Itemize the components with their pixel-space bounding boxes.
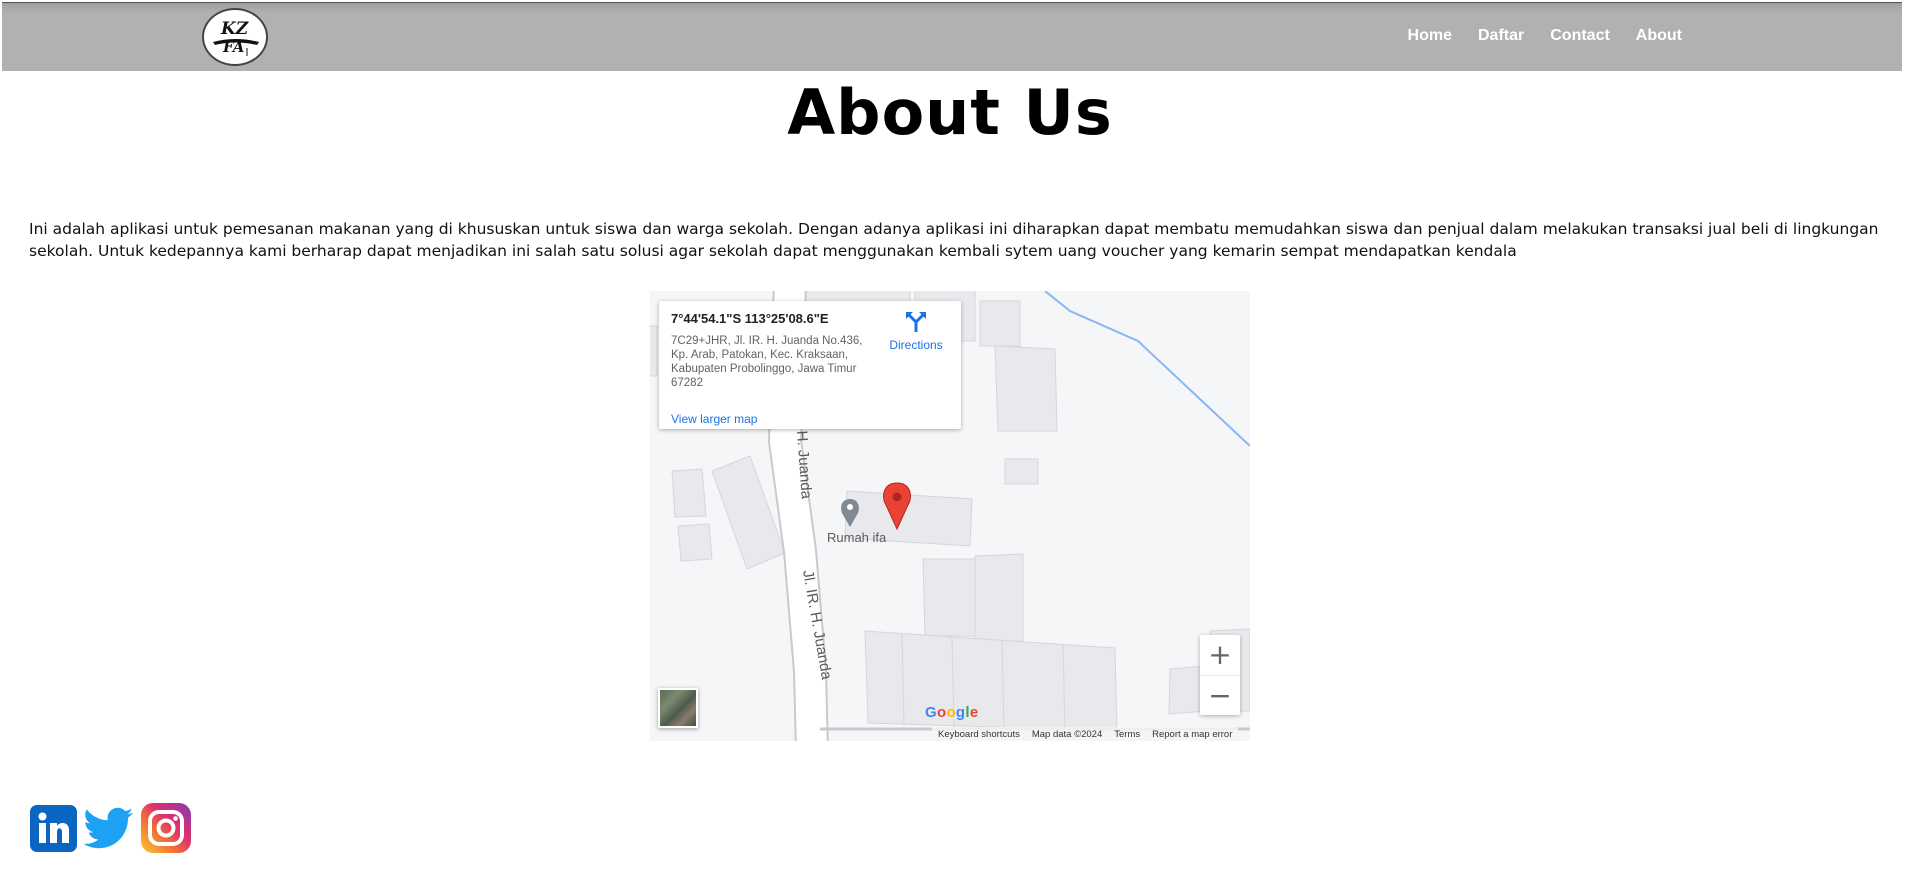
directions-button[interactable]: Directions bbox=[881, 311, 951, 352]
google-letter: g bbox=[955, 704, 966, 721]
building bbox=[994, 345, 1058, 432]
zoom-in-button[interactable]: + bbox=[1200, 635, 1240, 675]
embedded-map[interactable]: H. Juanda Jl. IR. H. Juanda Rumah ifa 7°… bbox=[650, 291, 1250, 741]
top-navbar: KZ FA Home Daftar Contact About bbox=[2, 2, 1902, 71]
logo-text-top: KZ bbox=[220, 19, 249, 39]
building bbox=[650, 325, 658, 377]
twitter-bird bbox=[83, 807, 134, 849]
poi-label[interactable]: Rumah ifa bbox=[827, 530, 886, 545]
zoom-controls: + − bbox=[1200, 635, 1240, 715]
directions-icon bbox=[906, 312, 926, 332]
google-letter: G bbox=[925, 704, 937, 721]
google-letter: o bbox=[946, 704, 956, 721]
nav-about[interactable]: About bbox=[1636, 27, 1682, 45]
view-larger-map-link[interactable]: View larger map bbox=[671, 412, 757, 426]
linkedin-i-stem bbox=[39, 822, 46, 843]
map-coordinates: 7°44'54.1"S 113°25'08.6"E bbox=[671, 311, 829, 326]
river-line bbox=[1044, 291, 1250, 447]
building bbox=[922, 558, 976, 637]
linkedin-icon bbox=[30, 804, 77, 852]
google-letter: e bbox=[969, 704, 979, 721]
map-info-card: 7°44'54.1"S 113°25'08.6"E 7C29+JHR, Jl. … bbox=[659, 301, 961, 429]
page: KZ FA Home Daftar Contact About About Us… bbox=[0, 0, 1905, 881]
directions-arrows bbox=[907, 313, 925, 332]
linkedin-link[interactable] bbox=[30, 804, 77, 856]
about-description: Ini adalah aplikasi untuk pemesanan maka… bbox=[29, 220, 1879, 260]
instagram-flash bbox=[173, 816, 178, 821]
twitter-icon bbox=[83, 807, 134, 849]
social-links bbox=[30, 803, 191, 857]
linkedin-i-dot bbox=[38, 812, 47, 820]
instagram-link[interactable] bbox=[141, 803, 191, 857]
instagram-icon bbox=[141, 803, 191, 853]
report-map-error-link[interactable]: Report a map error bbox=[1152, 729, 1232, 740]
main-nav: Home Daftar Contact About bbox=[1408, 27, 1682, 45]
building bbox=[677, 523, 713, 562]
building bbox=[671, 468, 707, 518]
directions-label: Directions bbox=[889, 338, 943, 352]
nav-daftar[interactable]: Daftar bbox=[1478, 27, 1524, 45]
page-title: About Us bbox=[787, 76, 1113, 149]
google-logo: Google bbox=[925, 704, 979, 721]
nav-contact[interactable]: Contact bbox=[1550, 27, 1610, 45]
building bbox=[979, 300, 1021, 347]
map-address: 7C29+JHR, Jl. IR. H. Juanda No.436, Kp. … bbox=[671, 335, 863, 389]
keyboard-shortcuts-link[interactable]: Keyboard shortcuts bbox=[938, 729, 1020, 740]
twitter-link[interactable] bbox=[83, 803, 134, 857]
terms-link[interactable]: Terms bbox=[1114, 729, 1140, 740]
satellite-layer-toggle[interactable] bbox=[658, 688, 698, 728]
logo-emblem: KZ FA bbox=[213, 19, 259, 56]
map-data-text: Map data ©2024 bbox=[1031, 728, 1103, 740]
poi-pin-dot bbox=[847, 504, 853, 510]
building bbox=[974, 553, 1024, 644]
zoom-out-button[interactable]: − bbox=[1200, 675, 1240, 716]
map-attribution: Keyboard shortcuts Map data ©2024 Terms … bbox=[932, 727, 1239, 741]
site-logo[interactable]: KZ FA bbox=[202, 8, 268, 66]
building bbox=[1004, 458, 1039, 485]
nav-home[interactable]: Home bbox=[1408, 27, 1452, 45]
marker-dot bbox=[892, 492, 902, 502]
